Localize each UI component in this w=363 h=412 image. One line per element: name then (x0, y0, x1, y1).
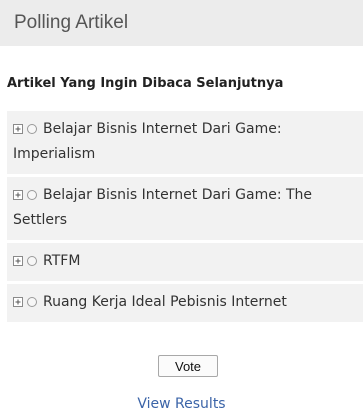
expand-icon (13, 297, 23, 307)
poll-answer-label: RTFM (43, 253, 81, 269)
radio-button[interactable] (27, 190, 37, 200)
expand-icon (13, 256, 23, 266)
poll-answer-item[interactable]: RTFM (7, 241, 363, 282)
poll-answer-item[interactable]: Belajar Bisnis Internet Dari Game: Imper… (7, 111, 363, 175)
expand-icon (13, 190, 23, 200)
view-results-link[interactable]: View Results (0, 396, 363, 412)
poll-answer-label: Belajar Bisnis Internet Dari Game: The S… (13, 187, 313, 228)
vote-button[interactable]: Vote (158, 355, 218, 377)
radio-button[interactable] (27, 256, 37, 266)
radio-button[interactable] (27, 124, 37, 134)
poll-answer-list: Belajar Bisnis Internet Dari Game: Imper… (7, 111, 363, 323)
poll-answer-item[interactable]: Ruang Kerja Ideal Pebisnis Internet (7, 282, 363, 323)
poll-answer-label: Belajar Bisnis Internet Dari Game: Imper… (13, 121, 282, 162)
radio-button[interactable] (27, 297, 37, 307)
expand-icon (13, 124, 23, 134)
poll-question: Artikel Yang Ingin Dibaca Selanjutnya (7, 76, 284, 91)
widget-header: Polling Artikel (0, 0, 363, 46)
poll-widget: Polling Artikel Artikel Yang Ingin Dibac… (0, 0, 363, 412)
poll-answer-label: Ruang Kerja Ideal Pebisnis Internet (43, 294, 287, 310)
widget-title: Polling Artikel (14, 12, 129, 33)
poll-answer-item[interactable]: Belajar Bisnis Internet Dari Game: The S… (7, 175, 363, 241)
